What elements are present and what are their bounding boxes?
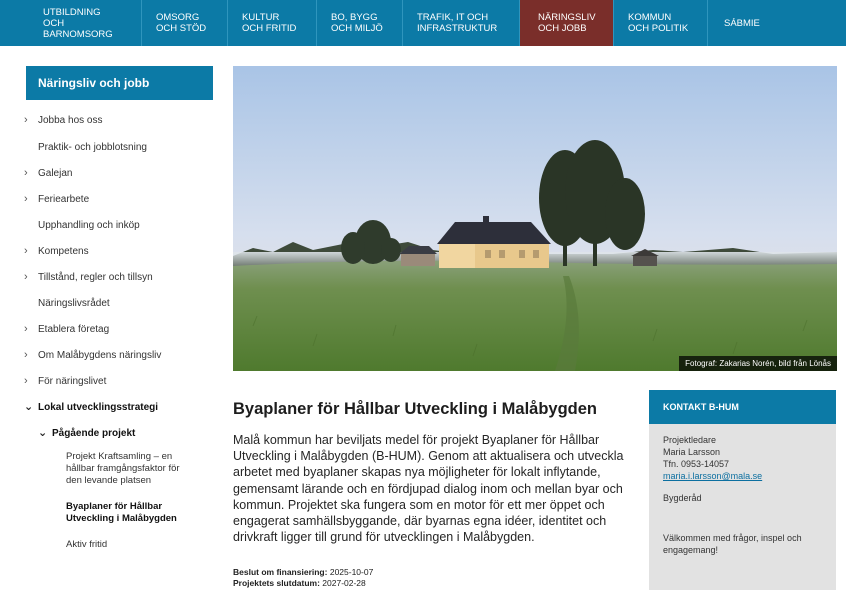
chevron-right-icon: › (24, 244, 28, 257)
sidebar-item-label: Projekt Kraftsamling – en hållbar framgå… (66, 451, 180, 486)
nav-kultur[interactable]: KULTUR OCH FRITID (228, 0, 317, 46)
sidebar-item-label: Lokal utvecklingsstrategi (38, 401, 159, 413)
contact-box: KONTAKT B-HUM Projektledare Maria Larsso… (649, 390, 836, 590)
sidebar-item-label: Byaplaner för Hållbar Utveckling i Malåb… (66, 501, 177, 524)
article-intro: Malå kommun har beviljats medel för proj… (233, 433, 624, 545)
contact-details: Projektledare Maria Larsson Tfn. 0953-14… (649, 424, 836, 566)
landscape-photo (233, 66, 837, 371)
sidebar-item-praktik[interactable]: Praktik- och jobblotsning (22, 134, 218, 160)
sidebar-item-label: Aktiv fritid (66, 539, 108, 550)
sidebar-item-label: Jobba hos oss (38, 114, 103, 126)
nav-trafik[interactable]: TRAFIK, IT OCH INFRASTRUKTUR (403, 0, 520, 46)
end-date-label: Projektets slutdatum: (233, 578, 320, 588)
funding-label: Beslut om finansiering: (233, 567, 328, 577)
funding-row: Beslut om finansiering: 2025-10-07 (233, 567, 373, 578)
sidebar-item-tillstand[interactable]: › Tillstånd, regler och tillsyn (22, 264, 218, 290)
sidebar-item-om-naringsliv[interactable]: › Om Malåbygdens näringsliv (22, 342, 218, 368)
nav-utbildning[interactable]: UTBILDNING OCH BARNOMSORG (0, 0, 142, 46)
end-date-value: 2027-02-28 (322, 578, 366, 588)
sidebar-item-pagaende-projekt[interactable]: ⌄ Pågående projekt (22, 420, 218, 446)
chevron-right-icon: › (24, 270, 28, 283)
sidebar-item-byaplaner[interactable]: Byaplaner för Hållbar Utveckling i Malåb… (22, 501, 197, 525)
project-meta: Beslut om finansiering: 2025-10-07 Proje… (233, 567, 373, 589)
sidebar-item-galejan[interactable]: › Galejan (22, 160, 218, 186)
contact-group: Bygderåd (663, 493, 702, 503)
contact-email-link[interactable]: maria.i.larsson@mala.se (663, 470, 822, 482)
contact-name: Maria Larsson (663, 447, 721, 457)
chevron-right-icon: › (24, 374, 28, 387)
top-navigation: UTBILDNING OCH BARNOMSORG OMSORG OCH STÖ… (0, 0, 846, 46)
page-title: Byaplaner för Hållbar Utveckling i Malåb… (233, 400, 598, 418)
hero-image: Fotograf: Zakarias Norén, bild från Lönå… (233, 66, 837, 371)
sidebar-item-label: För näringslivet (38, 375, 107, 387)
sidebar-item-label: Tillstånd, regler och tillsyn (38, 271, 153, 283)
chevron-right-icon: › (24, 166, 28, 179)
sidebar-item-jobba-hos-oss[interactable]: › Jobba hos oss (22, 107, 218, 133)
sidebar-item-etablera-foretag[interactable]: › Etablera företag (22, 316, 218, 342)
chevron-right-icon: › (24, 192, 28, 205)
sidebar-menu: › Jobba hos oss Praktik- och jobblotsnin… (22, 108, 218, 551)
nav-sabmie[interactable]: SÁBMIE (708, 0, 846, 46)
nav-kommun[interactable]: KOMMUN OCH POLITIK (614, 0, 708, 46)
funding-date: 2025-10-07 (329, 567, 374, 577)
chevron-right-icon: › (24, 113, 28, 126)
nav-naringsliv[interactable]: NÄRINGSLIV OCH JOBB (520, 0, 614, 46)
sidebar-item-label: Upphandling och inköp (38, 219, 140, 231)
contact-phone: Tfn. 0953-14057 (663, 459, 730, 469)
photo-caption: Fotograf: Zakarias Norén, bild från Lönå… (679, 356, 837, 371)
sidebar-item-label: Etablera företag (38, 323, 110, 335)
sidebar-item-aktiv-fritid[interactable]: Aktiv fritid (22, 539, 218, 551)
sidebar-item-kompetens[interactable]: › Kompetens (22, 238, 218, 264)
chevron-right-icon: › (24, 348, 28, 361)
end-date-row: Projektets slutdatum: 2027-02-28 (233, 578, 373, 589)
contact-role: Projektledare (663, 435, 717, 445)
contact-welcome: Välkommen med frågor, inspel och engagem… (663, 533, 802, 555)
sidebar-item-naringslivsradet[interactable]: Näringslivsrådet (22, 290, 218, 316)
chevron-down-icon: ⌄ (24, 401, 34, 414)
nav-bo-bygg[interactable]: BO, BYGG OCH MILJÖ (317, 0, 403, 46)
sidebar-item-feriearbete[interactable]: › Feriearbete (22, 186, 218, 212)
sidebar-item-upphandling[interactable]: Upphandling och inköp (22, 212, 218, 238)
sidebar-item-label: Praktik- och jobblotsning (38, 141, 147, 153)
sidebar-item-label: Näringslivsrådet (38, 297, 110, 309)
nav-omsorg[interactable]: OMSORG OCH STÖD (142, 0, 228, 46)
sidebar-item-for-naringslivet[interactable]: › För näringslivet (22, 368, 218, 394)
sidebar-header[interactable]: Näringsliv och jobb (26, 66, 213, 100)
sidebar-item-lokal-utvecklingsstrategi[interactable]: ⌄ Lokal utvecklingsstrategi (22, 394, 218, 420)
contact-heading: KONTAKT B-HUM (649, 390, 836, 424)
chevron-down-icon: ⌄ (38, 427, 48, 440)
sidebar-item-projekt-kraftsamling[interactable]: Projekt Kraftsamling – en hållbar framgå… (22, 451, 192, 487)
chevron-right-icon: › (24, 322, 28, 335)
sidebar-item-label: Om Malåbygdens näringsliv (38, 349, 162, 361)
